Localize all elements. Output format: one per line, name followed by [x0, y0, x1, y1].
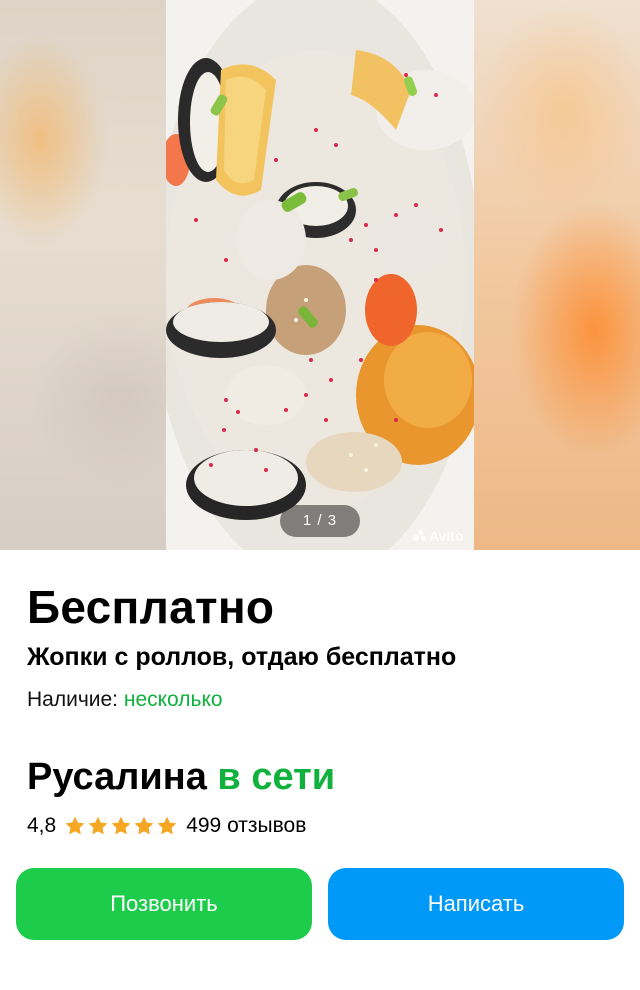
star-icon: [87, 815, 109, 837]
star-icon: [64, 815, 86, 837]
price: Бесплатно: [27, 581, 275, 633]
availability: Наличие: несколько: [27, 685, 223, 715]
photo-counter: 1 / 3: [280, 505, 360, 537]
star-icon: [110, 815, 132, 837]
reviews-link[interactable]: 499 отзывов: [186, 811, 306, 841]
avito-watermark-text: Avito: [429, 528, 464, 544]
seller-rating[interactable]: 4,8 499 отзывов: [27, 811, 306, 841]
rating-value: 4,8: [27, 814, 57, 837]
rating-stars: [64, 815, 179, 837]
avito-logo-icon: [413, 530, 427, 542]
photo-gallery[interactable]: 1 / 3 Avito: [0, 0, 640, 550]
star-icon: [156, 815, 178, 837]
listing-title: Жопки с роллов, отдаю бесплатно: [27, 643, 457, 671]
listing-photo[interactable]: [166, 0, 474, 550]
seller-name[interactable]: Русалина: [27, 756, 207, 798]
message-button[interactable]: Написать: [328, 868, 624, 940]
call-button[interactable]: Позвонить: [16, 868, 312, 940]
avito-watermark: Avito: [413, 528, 463, 544]
star-icon: [133, 815, 155, 837]
seller-block[interactable]: Русалина в сети: [27, 752, 335, 802]
availability-value: несколько: [123, 688, 223, 711]
gallery-blur-left: [0, 0, 166, 550]
seller-online-status: в сети: [217, 756, 336, 798]
gallery-blur-right: [474, 0, 640, 550]
availability-label: Наличие:: [27, 688, 119, 711]
